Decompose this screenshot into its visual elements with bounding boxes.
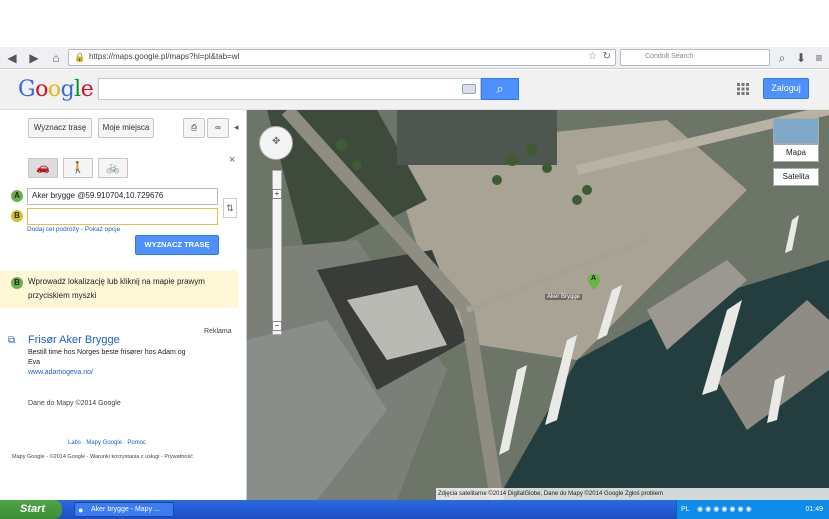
map-marker-label: A: [591, 275, 597, 282]
mode-car-button[interactable]: 🚗: [28, 158, 58, 178]
task-label: Aker brygge - Mapy ...: [91, 506, 160, 513]
signin-button[interactable]: Zaloguj: [763, 78, 809, 99]
home-icon[interactable]: ⌂: [48, 50, 64, 66]
mode-bike-button[interactable]: 🚲: [98, 158, 128, 178]
destination-field[interactable]: [27, 208, 218, 225]
satellite-imagery: [247, 110, 829, 500]
bike-icon: 🚲: [106, 162, 120, 174]
reload-icon[interactable]: ↻: [603, 51, 611, 62]
place-label: Aker Brygge: [545, 294, 583, 300]
firefox-icon: ●: [78, 505, 84, 515]
map-data-text: Dane do Mapy ©2014 Google: [28, 400, 121, 407]
satellite-map[interactable]: ✥ + − A Aker Brygge: [247, 110, 829, 500]
forward-icon[interactable]: ▶: [26, 50, 42, 66]
tab-directions[interactable]: Wyznacz trasę: [28, 118, 92, 138]
tab-my-places[interactable]: Moje miejsca: [98, 118, 154, 138]
ad-title[interactable]: Frisør Aker Brygge: [28, 334, 120, 346]
link-button[interactable]: ∞: [207, 118, 229, 138]
map-type-map-button[interactable]: Mapa: [773, 144, 819, 162]
ad-label: Reklama: [204, 328, 232, 335]
search-placeholder: Condult Search: [645, 53, 694, 60]
add-destination-link[interactable]: Dodaj cel podróży - Pokaż opcje: [27, 226, 120, 233]
browser-search-input[interactable]: Condult Search: [620, 49, 770, 66]
map-attribution: Zdjęcia satelitarne ©2014 DigitalGlobe, …: [436, 488, 829, 500]
start-field[interactable]: Aker brygge @59.910704,10.729676: [27, 188, 218, 205]
windows-taskbar: Start ● Aker brygge - Mapy ... PL ◉◉◉◉◉◉…: [0, 500, 829, 519]
ad-icon: ⧉: [8, 335, 16, 346]
get-directions-button[interactable]: WYZNACZ TRASĘ: [135, 235, 219, 255]
walk-icon: 🚶: [71, 162, 85, 174]
swap-icon[interactable]: ⇅: [223, 198, 237, 218]
search-button[interactable]: ⌕: [481, 78, 519, 100]
search-go-icon[interactable]: ⌕: [774, 50, 790, 66]
menu-icon[interactable]: ≡: [811, 50, 827, 66]
clock: 01:49: [805, 506, 823, 513]
hint-text: Wprowadź lokalizację lub kliknij na mapi…: [28, 277, 205, 300]
print-button[interactable]: ⎙: [183, 118, 205, 138]
marker-b-icon: B: [11, 210, 23, 222]
link-icon: ∞: [215, 123, 221, 132]
marker-a-icon: A: [11, 190, 23, 202]
zoom-in-button[interactable]: +: [272, 189, 282, 199]
taskbar-firefox-item[interactable]: ● Aker brygge - Mapy ...: [74, 502, 174, 517]
ad-url[interactable]: www.adamogeva.no/: [28, 369, 93, 376]
start-button[interactable]: Start: [0, 500, 62, 519]
close-icon[interactable]: ×: [229, 154, 235, 166]
map-type-satellite-button[interactable]: Satelita: [773, 168, 819, 186]
system-tray: PL ◉◉◉◉◉◉◉ 01:49: [676, 500, 829, 519]
lock-icon: 🔒: [74, 52, 86, 62]
pan-arrows-icon: ✥: [272, 136, 281, 147]
zoom-slider[interactable]: + −: [272, 170, 282, 335]
browser-toolbar: ◀ ▶ ⌂ 🔒 https://maps.google.pl/maps?hl=p…: [0, 47, 829, 69]
zoom-out-button[interactable]: −: [272, 321, 282, 331]
directions-panel: Wyznacz trasę Moje miejsca ⎙ ∞ ◂ × 🚗 🚶 🚲…: [0, 110, 247, 500]
ad-description: Bestill time hos Norges beste frisører h…: [28, 349, 186, 366]
language-indicator[interactable]: PL: [681, 500, 690, 519]
map-marker-a-icon[interactable]: A: [588, 274, 600, 290]
pan-control[interactable]: ✥: [259, 126, 293, 160]
collapse-panel-icon[interactable]: ◂: [234, 122, 239, 133]
apps-grid-icon[interactable]: [737, 83, 749, 95]
download-icon[interactable]: ⬇: [793, 50, 809, 66]
footer-links[interactable]: Labs · Mapy Google · Pomoc: [68, 440, 146, 446]
car-icon: 🚗: [36, 162, 50, 174]
bookmark-star-icon[interactable]: ☆: [588, 51, 597, 62]
ad-section: Reklama ⧉ Frisør Aker Brygge Bestill tim…: [0, 322, 246, 392]
tray-icons[interactable]: ◉◉◉◉◉◉◉: [697, 500, 754, 519]
maps-search-input[interactable]: [98, 78, 481, 100]
google-logo[interactable]: Google: [18, 77, 94, 102]
mode-walk-button[interactable]: 🚶: [63, 158, 93, 178]
keyboard-icon[interactable]: [462, 84, 476, 94]
minimap-thumbnail[interactable]: [773, 118, 819, 144]
marker-b-hint-icon: B: [11, 277, 23, 289]
url-bar[interactable]: 🔒 https://maps.google.pl/maps?hl=pl&tab=…: [68, 49, 616, 66]
url-text: https://maps.google.pl/maps?hl=pl&tab=wl: [89, 52, 240, 61]
hint-box: B Wprowadź lokalizację lub kliknij na ma…: [0, 270, 238, 308]
back-icon[interactable]: ◀: [4, 50, 20, 66]
footer-copyright: Mapy Google - ©2014 Google - Warunki kor…: [12, 454, 193, 460]
google-header: Google ⌕ Zaloguj: [0, 70, 829, 110]
printer-icon: ⎙: [190, 123, 198, 132]
search-icon: ⌕: [496, 81, 504, 96]
